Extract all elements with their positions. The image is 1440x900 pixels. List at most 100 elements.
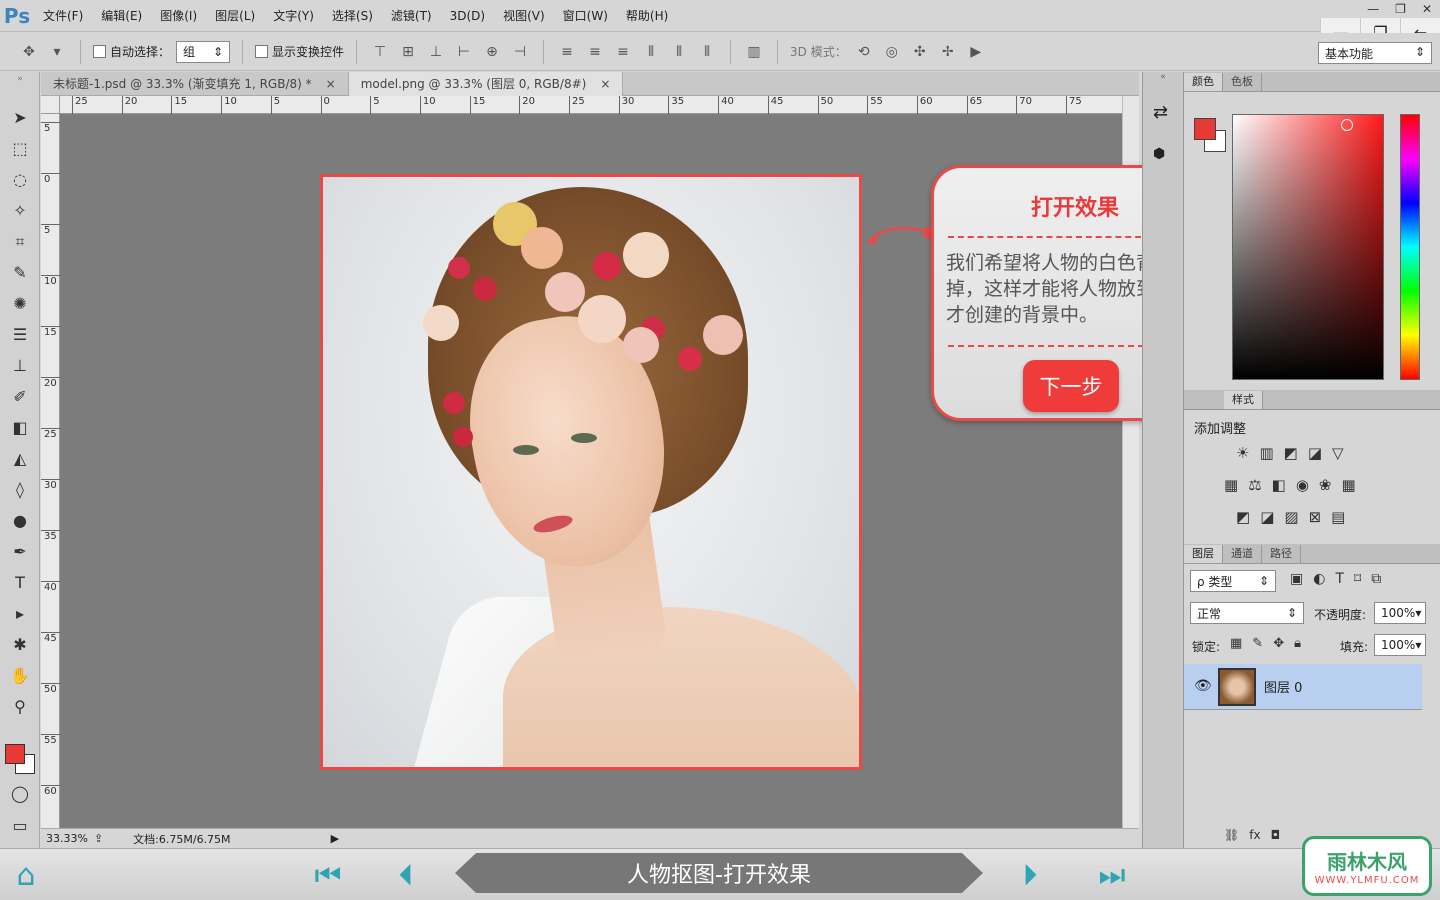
color-lookup-icon[interactable]: ▦ bbox=[1342, 476, 1356, 494]
menu-3d[interactable]: 3D(D) bbox=[441, 0, 494, 32]
filter-type-icon[interactable]: T bbox=[1335, 571, 1344, 587]
filter-shape-icon[interactable]: ⌑ bbox=[1354, 571, 1361, 587]
eraser-tool-icon[interactable]: ◧ bbox=[0, 412, 40, 443]
horizontal-ruler[interactable]: 25 20 15 10 5 0 5 10 15 20 25 30 35 40 45 50 55 60 65 70 75 bbox=[60, 96, 1122, 114]
filter-smart-icon[interactable]: ⧉ bbox=[1371, 571, 1381, 587]
align-bottom-icon[interactable]: ⊥ bbox=[425, 41, 447, 63]
lasso-tool-icon[interactable]: ◌ bbox=[0, 164, 40, 195]
tab-layers[interactable]: 图层 bbox=[1184, 545, 1223, 563]
align-vcenter-icon[interactable]: ⊞ bbox=[397, 41, 419, 63]
marquee-tool-icon[interactable]: ⬚ bbox=[0, 133, 40, 164]
zoom-tool-icon[interactable]: ⚲ bbox=[0, 691, 40, 722]
paint-bucket-tool-icon[interactable]: ◭ bbox=[0, 443, 40, 474]
posterize-icon[interactable]: ◪ bbox=[1260, 508, 1274, 526]
tab-paths[interactable]: 路径 bbox=[1262, 545, 1301, 563]
photo-filter-icon[interactable]: ◉ bbox=[1296, 476, 1309, 494]
tool-preset-dropdown-icon[interactable]: ▾ bbox=[46, 41, 68, 63]
levels-icon[interactable]: ▥ bbox=[1259, 444, 1273, 462]
hue-slider[interactable] bbox=[1400, 114, 1420, 380]
distribute-left-icon[interactable]: ⫴ bbox=[640, 41, 662, 63]
auto-select-check-box[interactable] bbox=[93, 45, 106, 58]
history-brush-tool-icon[interactable]: ✐ bbox=[0, 381, 40, 412]
close-icon[interactable]: ✕ bbox=[1422, 2, 1432, 16]
type-tool-icon[interactable]: T bbox=[0, 567, 40, 598]
exposure-icon[interactable]: ◪ bbox=[1308, 444, 1322, 462]
dodge-tool-icon[interactable]: ● bbox=[0, 505, 40, 536]
threshold-icon[interactable]: ▨ bbox=[1284, 508, 1298, 526]
tab-close-icon[interactable]: × bbox=[326, 72, 336, 96]
align-left-icon[interactable]: ⊢ bbox=[453, 41, 475, 63]
menu-window[interactable]: 窗口(W) bbox=[554, 0, 617, 32]
menu-view[interactable]: 视图(V) bbox=[494, 0, 554, 32]
doc-tab-untitled[interactable]: 未标题-1.psd @ 33.3% (渐变填充 1, RGB/8) * × bbox=[41, 72, 349, 96]
home-icon[interactable]: ⌂ bbox=[8, 857, 44, 893]
menu-type[interactable]: 文字(Y) bbox=[264, 0, 323, 32]
invert-icon[interactable]: ◩ bbox=[1236, 508, 1250, 526]
panel-collapse-icon[interactable]: « bbox=[1143, 72, 1183, 82]
auto-select-target-select[interactable]: 组 ⇕ bbox=[176, 40, 231, 63]
menu-filter[interactable]: 滤镜(T) bbox=[382, 0, 441, 32]
add-mask-icon[interactable]: ◘ bbox=[1271, 828, 1281, 842]
history-panel-icon[interactable]: ⇄ bbox=[1153, 102, 1168, 123]
show-transform-check-box[interactable] bbox=[255, 45, 269, 58]
menu-select[interactable]: 选择(S) bbox=[323, 0, 382, 32]
menu-file[interactable]: 文件(F) bbox=[34, 0, 92, 32]
hand-tool-icon[interactable]: ✋ bbox=[0, 660, 40, 691]
first-page-icon[interactable]: ⏮ bbox=[306, 857, 350, 893]
pen-tool-icon[interactable]: ✒ bbox=[0, 536, 40, 567]
lock-all-icon[interactable]: 🔒︎ bbox=[1294, 636, 1301, 651]
menu-edit[interactable]: 编辑(E) bbox=[92, 0, 151, 32]
lock-transparency-icon[interactable]: ▦ bbox=[1230, 636, 1242, 651]
distribute-right-icon[interactable]: ⫴ bbox=[696, 41, 718, 63]
3d-pan-icon[interactable]: ✣ bbox=[909, 41, 931, 63]
curves-icon[interactable]: ◩ bbox=[1284, 444, 1298, 462]
lock-pixels-icon[interactable]: ✎ bbox=[1252, 636, 1263, 651]
last-page-icon[interactable]: ⏭ bbox=[1090, 857, 1134, 893]
color-balance-icon[interactable]: ⚖ bbox=[1248, 476, 1261, 494]
layer-filter-select[interactable]: ρ 类型 ⇕ bbox=[1190, 570, 1276, 592]
3d-slide-icon[interactable]: ✢ bbox=[937, 41, 959, 63]
tab-color[interactable]: 颜色 bbox=[1184, 73, 1223, 91]
foreground-color-swatch[interactable] bbox=[5, 744, 25, 764]
path-select-tool-icon[interactable]: ▸ bbox=[0, 598, 40, 629]
next-page-icon[interactable]: ⏵ bbox=[1012, 857, 1048, 893]
blend-mode-select[interactable]: 正常 ⇕ bbox=[1190, 602, 1304, 624]
layer-row-0[interactable]: 👁︎ 图层 0 bbox=[1184, 664, 1422, 710]
vibrance-icon[interactable]: ▽ bbox=[1332, 444, 1344, 462]
next-step-button[interactable]: 下一步 bbox=[1023, 360, 1119, 412]
panel-grip-icon[interactable]: » bbox=[0, 72, 40, 86]
tab-styles[interactable]: 样式 bbox=[1224, 391, 1263, 409]
selective-color-icon[interactable]: ⊠ bbox=[1309, 508, 1322, 526]
status-menu-arrow-icon[interactable]: ▶ bbox=[331, 832, 339, 845]
channel-mixer-icon[interactable]: ❀ bbox=[1319, 476, 1332, 494]
shape-tool-icon[interactable]: ✱ bbox=[0, 629, 40, 660]
previous-page-icon[interactable]: ⏴ bbox=[388, 857, 424, 893]
menu-help[interactable]: 帮助(H) bbox=[617, 0, 677, 32]
screen-mode-icon[interactable]: ▭ bbox=[0, 810, 40, 841]
workspace-select[interactable]: 基本功能 ⇕ bbox=[1318, 42, 1432, 64]
hue-saturation-icon[interactable]: ▦ bbox=[1224, 476, 1238, 494]
menu-image[interactable]: 图像(I) bbox=[151, 0, 206, 32]
share-icon[interactable]: ⇪ bbox=[94, 832, 103, 845]
color-picker-field[interactable] bbox=[1232, 114, 1384, 380]
move-tool-icon[interactable]: ➤ bbox=[0, 102, 40, 133]
3d-roll-icon[interactable]: ◎ bbox=[881, 41, 903, 63]
gradient-map-icon[interactable]: ▤ bbox=[1331, 508, 1345, 526]
distribute-bottom-icon[interactable]: ≡ bbox=[612, 41, 634, 63]
black-white-icon[interactable]: ◧ bbox=[1272, 476, 1286, 494]
tab-swatches[interactable]: 色板 bbox=[1223, 73, 1262, 91]
fill-input[interactable]: 100% ▾ bbox=[1374, 634, 1426, 656]
zoom-level[interactable]: 33.33% bbox=[46, 832, 88, 845]
align-right-icon[interactable]: ⊣ bbox=[509, 41, 531, 63]
auto-align-icon[interactable]: ▥ bbox=[743, 41, 765, 63]
vertical-ruler[interactable]: 5 0 5 10 15 20 25 30 35 40 45 50 55 60 bbox=[41, 114, 60, 828]
filter-pixel-icon[interactable]: ▣ bbox=[1290, 571, 1303, 587]
3d-scale-icon[interactable]: ▶ bbox=[965, 41, 987, 63]
quick-select-tool-icon[interactable]: ✧ bbox=[0, 195, 40, 226]
tab-channels[interactable]: 通道 bbox=[1223, 545, 1262, 563]
doc-tab-model[interactable]: model.png @ 33.3% (图层 0, RGB/8#) × bbox=[348, 72, 624, 96]
filter-adjust-icon[interactable]: ◐ bbox=[1313, 571, 1325, 587]
menu-layer[interactable]: 图层(L) bbox=[206, 0, 264, 32]
minimize-icon[interactable]: — bbox=[1367, 2, 1379, 16]
auto-select-checkbox[interactable]: 自动选择： bbox=[93, 43, 170, 60]
